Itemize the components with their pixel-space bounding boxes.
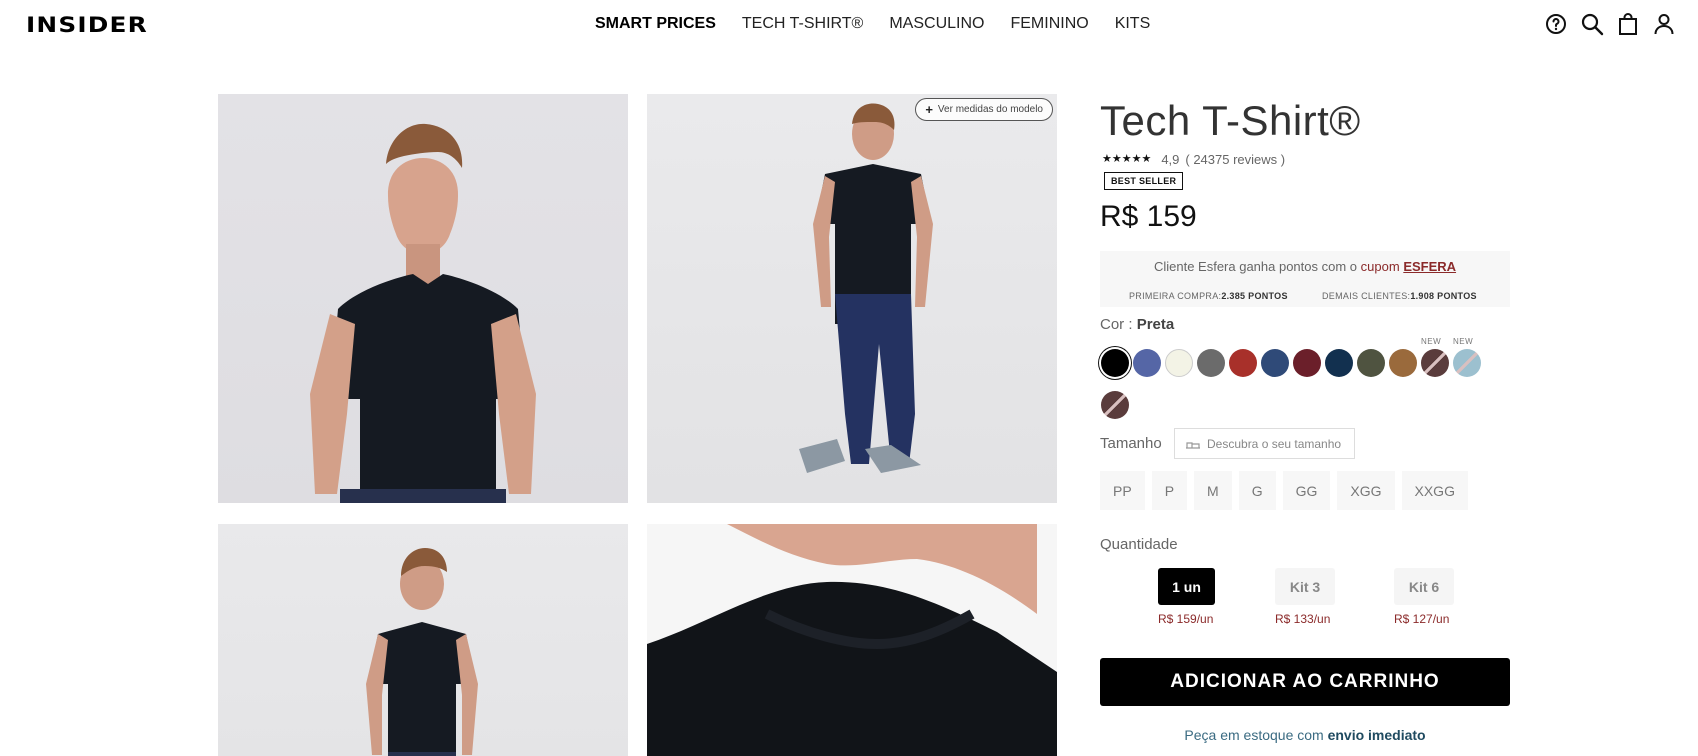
size-option-pp[interactable]: PP <box>1100 471 1145 510</box>
ruler-icon <box>1186 441 1200 449</box>
qty-price-kit3: R$ 133/un <box>1275 612 1331 626</box>
collar-detail-photo[interactable] <box>647 524 1057 756</box>
qty-option-1un[interactable]: 1 un <box>1158 568 1215 605</box>
size-option-xxgg[interactable]: XXGG <box>1401 471 1468 510</box>
nav-tech-tshirt[interactable]: TECH T-SHIRT® <box>742 15 863 33</box>
color-swatch[interactable] <box>1325 349 1353 377</box>
color-swatch[interactable] <box>1453 349 1481 377</box>
esfera-text: Cliente Esfera ganha pontos com o cupom … <box>1100 259 1510 274</box>
color-swatch[interactable] <box>1421 349 1449 377</box>
color-swatch[interactable] <box>1261 349 1289 377</box>
product-price: R$ 159 <box>1100 200 1197 233</box>
color-label-text: Cor : <box>1100 316 1133 333</box>
color-label: Cor : Preta <box>1100 316 1174 333</box>
quantity-label: Quantidade <box>1100 536 1178 553</box>
color-swatch[interactable] <box>1357 349 1385 377</box>
qty-price-kit6: R$ 127/un <box>1394 612 1450 626</box>
bag-icon[interactable] <box>1616 12 1640 36</box>
full-body-photo[interactable]: + Ver medidas do modelo <box>647 94 1057 503</box>
qty-option-kit6[interactable]: Kit 6 <box>1394 568 1454 605</box>
first-purchase-label: PRIMEIRA COMPRA: <box>1129 291 1222 301</box>
size-option-g[interactable]: G <box>1238 471 1276 510</box>
other-clients-points: DEMAIS CLIENTES:1.908 PONTOS <box>1322 291 1477 301</box>
search-icon[interactable] <box>1580 12 1604 36</box>
add-to-cart-button[interactable]: ADICIONAR AO CARRINHO <box>1100 658 1510 706</box>
esfera-prefix: Cliente Esfera ganha pontos com o <box>1153 259 1358 274</box>
best-seller-badge: BEST SELLER <box>1104 172 1184 190</box>
help-icon[interactable] <box>1544 12 1568 36</box>
review-count: ( 24375 reviews ) <box>1185 152 1286 167</box>
qty-option-kit3[interactable]: Kit 3 <box>1275 568 1335 605</box>
new-tag: NEW <box>1421 337 1442 346</box>
size-label: Tamanho <box>1100 435 1162 452</box>
color-selected: Preta <box>1136 316 1175 333</box>
color-swatch[interactable] <box>1293 349 1321 377</box>
other-clients-value: 1.908 PONTOS <box>1410 291 1477 301</box>
qty-price-1un: R$ 159/un <box>1158 612 1214 626</box>
product-rating[interactable]: ★★★★★ 4,9 ( 24375 reviews ) <box>1102 152 1285 167</box>
size-guide-button[interactable]: Descubra o seu tamanho <box>1174 428 1355 459</box>
color-swatch[interactable] <box>1165 349 1193 377</box>
color-swatch[interactable] <box>1101 391 1129 419</box>
esfera-cupom-word: cupom <box>1360 259 1400 274</box>
color-swatch[interactable] <box>1101 349 1129 377</box>
size-option-gg[interactable]: GG <box>1282 471 1331 510</box>
first-purchase-points: PRIMEIRA COMPRA:2.385 PONTOS <box>1129 291 1288 301</box>
size-option-p[interactable]: P <box>1151 471 1188 510</box>
size-options: PP P M G GG XGG XXGG <box>1100 471 1468 510</box>
color-swatch[interactable] <box>1229 349 1257 377</box>
header-actions <box>1544 12 1676 36</box>
rating-stars-icon: ★★★★★ <box>1102 153 1152 165</box>
model-measures-label: Ver medidas do modelo <box>937 104 1043 115</box>
esfera-code[interactable]: ESFERA <box>1403 259 1456 274</box>
rating-value: 4,9 <box>1161 152 1180 167</box>
new-tag: NEW <box>1453 337 1474 346</box>
stock-prefix: Peça em estoque com <box>1184 727 1324 743</box>
front-view-photo[interactable] <box>218 94 628 503</box>
color-swatch[interactable] <box>1197 349 1225 377</box>
other-clients-label: DEMAIS CLIENTES: <box>1322 291 1411 301</box>
color-swatch[interactable] <box>1133 349 1161 377</box>
color-swatch[interactable] <box>1389 349 1417 377</box>
product-title: Tech T-Shirt® <box>1100 97 1361 144</box>
plus-icon: + <box>925 102 933 117</box>
model-measures-button[interactable]: + Ver medidas do modelo <box>915 98 1053 121</box>
back-view-photo[interactable] <box>218 524 628 756</box>
user-icon[interactable] <box>1652 12 1676 36</box>
nav-masculino[interactable]: MASCULINO <box>889 15 984 33</box>
site-header: INSIDER SMART PRICES TECH T-SHIRT® MASCU… <box>0 0 1698 48</box>
nav-kits[interactable]: KITS <box>1115 15 1151 33</box>
esfera-promo: Cliente Esfera ganha pontos com o cupom … <box>1100 251 1510 307</box>
insider-logo[interactable]: INSIDER <box>26 13 148 37</box>
main-nav: SMART PRICES TECH T-SHIRT® MASCULINO FEM… <box>595 15 1150 33</box>
size-option-m[interactable]: M <box>1194 471 1232 510</box>
stock-info: Peça em estoque com envio imediato <box>1100 727 1510 743</box>
size-guide-label: Descubra o seu tamanho <box>1207 436 1342 451</box>
nav-feminino[interactable]: FEMININO <box>1010 15 1088 33</box>
size-option-xgg[interactable]: XGG <box>1337 471 1395 510</box>
stock-strong: envio imediato <box>1327 727 1426 743</box>
first-purchase-value: 2.385 PONTOS <box>1221 291 1288 301</box>
nav-smart-prices[interactable]: SMART PRICES <box>595 15 716 33</box>
